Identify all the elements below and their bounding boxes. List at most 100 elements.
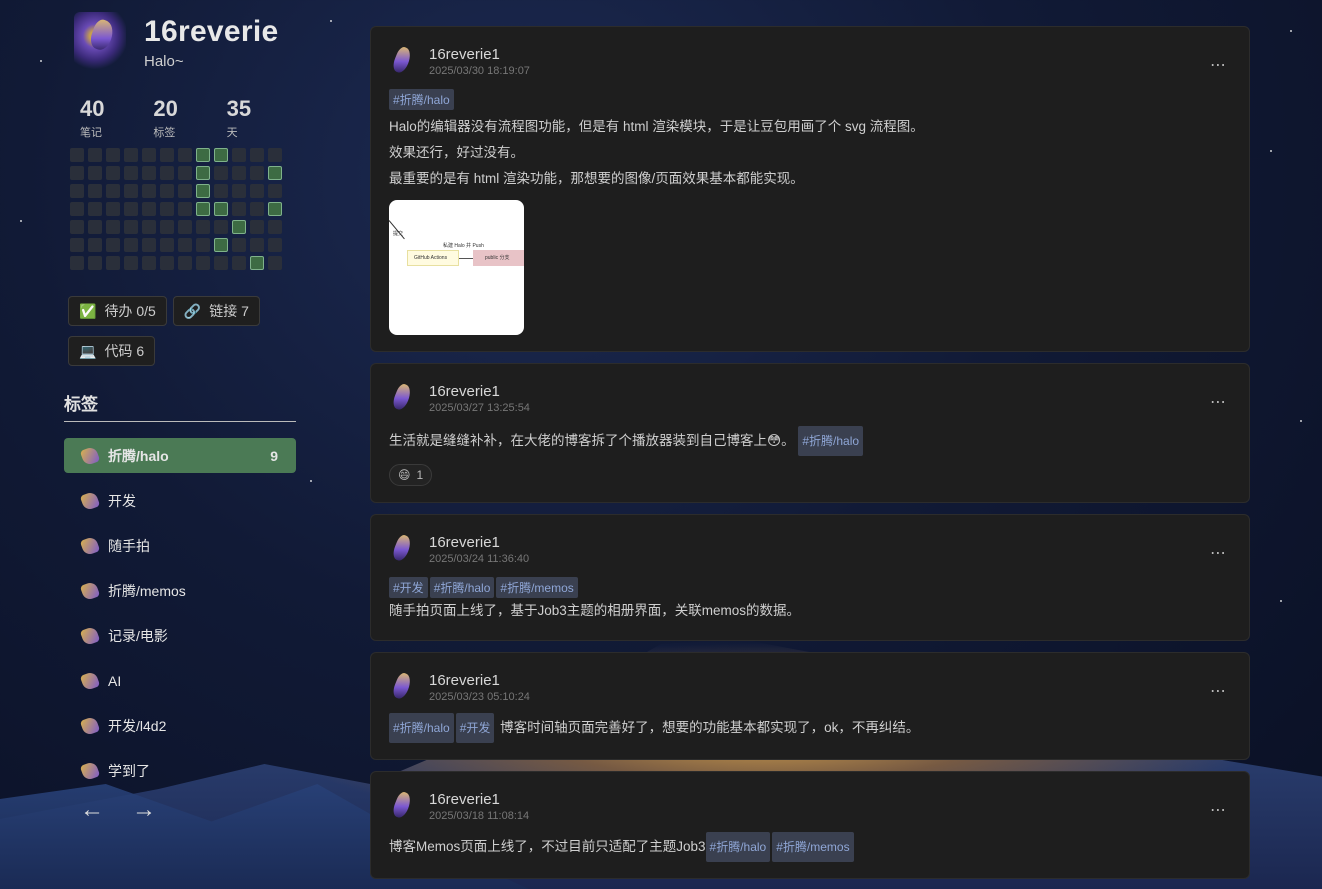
tag-badge[interactable]: #折腾/halo bbox=[798, 426, 864, 456]
tag-badge[interactable]: #折腾/memos bbox=[496, 577, 578, 598]
heatmap-cell[interactable] bbox=[88, 166, 102, 180]
heatmap-cell[interactable] bbox=[178, 238, 192, 252]
heatmap-cell[interactable] bbox=[142, 166, 156, 180]
heatmap-cell[interactable] bbox=[178, 166, 192, 180]
heatmap-cell[interactable] bbox=[106, 184, 120, 198]
heatmap-cell[interactable] bbox=[160, 256, 174, 270]
author-name[interactable]: 16reverie1 bbox=[429, 672, 530, 689]
heatmap-cell[interactable] bbox=[88, 148, 102, 162]
author-name[interactable]: 16reverie1 bbox=[429, 383, 530, 400]
heatmap-cell[interactable] bbox=[88, 238, 102, 252]
heatmap-cell[interactable] bbox=[196, 148, 210, 162]
tag-item[interactable]: AI bbox=[64, 663, 296, 698]
tag-item[interactable]: 开发 bbox=[64, 483, 296, 518]
heatmap-cell[interactable] bbox=[160, 238, 174, 252]
heatmap-cell[interactable] bbox=[106, 202, 120, 216]
reaction-button[interactable]: 😄 1 bbox=[389, 464, 433, 486]
heatmap-cell[interactable] bbox=[124, 238, 138, 252]
heatmap-cell[interactable] bbox=[70, 220, 84, 234]
heatmap-cell[interactable] bbox=[106, 166, 120, 180]
heatmap-cell[interactable] bbox=[232, 220, 246, 234]
heatmap-cell[interactable] bbox=[214, 238, 228, 252]
heatmap-cell[interactable] bbox=[106, 238, 120, 252]
heatmap-cell[interactable] bbox=[160, 220, 174, 234]
tag-badge[interactable]: #折腾/halo bbox=[705, 832, 771, 862]
avatar[interactable] bbox=[389, 671, 417, 703]
tag-item[interactable]: 记录/电影 bbox=[64, 618, 296, 653]
heatmap-cell[interactable] bbox=[214, 256, 228, 270]
heatmap-cell[interactable] bbox=[124, 148, 138, 162]
heatmap-cell[interactable] bbox=[196, 256, 210, 270]
author-name[interactable]: 16reverie1 bbox=[429, 534, 529, 551]
heatmap-cell[interactable] bbox=[178, 256, 192, 270]
heatmap-cell[interactable] bbox=[196, 220, 210, 234]
more-options-icon[interactable]: ⋯ bbox=[1210, 800, 1227, 820]
heatmap-cell[interactable] bbox=[124, 166, 138, 180]
site-name[interactable]: 16reverie bbox=[144, 15, 279, 49]
author-name[interactable]: 16reverie1 bbox=[429, 791, 529, 808]
heatmap-cell[interactable] bbox=[142, 184, 156, 198]
heatmap-cell[interactable] bbox=[106, 256, 120, 270]
heatmap-cell[interactable] bbox=[124, 220, 138, 234]
heatmap-cell[interactable] bbox=[250, 184, 264, 198]
heatmap-cell[interactable] bbox=[160, 166, 174, 180]
heatmap-cell[interactable] bbox=[232, 256, 246, 270]
avatar[interactable] bbox=[389, 45, 417, 77]
heatmap-cell[interactable] bbox=[196, 166, 210, 180]
heatmap-cell[interactable] bbox=[214, 202, 228, 216]
heatmap-cell[interactable] bbox=[250, 166, 264, 180]
heatmap-cell[interactable] bbox=[232, 148, 246, 162]
heatmap-cell[interactable] bbox=[70, 256, 84, 270]
heatmap-cell[interactable] bbox=[268, 166, 282, 180]
heatmap-cell[interactable] bbox=[88, 184, 102, 198]
heatmap-cell[interactable] bbox=[232, 202, 246, 216]
avatar[interactable] bbox=[389, 790, 417, 822]
tag-item[interactable]: 学到了 bbox=[64, 753, 296, 788]
tag-item[interactable]: 随手拍 bbox=[64, 528, 296, 563]
heatmap-cell[interactable] bbox=[196, 184, 210, 198]
tag-badge[interactable]: #开发 bbox=[389, 577, 428, 598]
more-options-icon[interactable]: ⋯ bbox=[1210, 543, 1227, 563]
heatmap-cell[interactable] bbox=[250, 148, 264, 162]
prev-page-icon[interactable]: ← bbox=[80, 796, 104, 824]
heatmap-cell[interactable] bbox=[160, 184, 174, 198]
heatmap-cell[interactable] bbox=[124, 202, 138, 216]
more-options-icon[interactable]: ⋯ bbox=[1210, 55, 1227, 75]
heatmap-cell[interactable] bbox=[142, 238, 156, 252]
heatmap-cell[interactable] bbox=[268, 184, 282, 198]
tag-badge[interactable]: #折腾/halo bbox=[389, 713, 454, 743]
more-options-icon[interactable]: ⋯ bbox=[1210, 681, 1227, 701]
heatmap-cell[interactable] bbox=[232, 184, 246, 198]
heatmap-cell[interactable] bbox=[160, 202, 174, 216]
todo-filter-button[interactable]: ✅ 待办 0/5 bbox=[68, 296, 167, 326]
heatmap-cell[interactable] bbox=[250, 220, 264, 234]
heatmap-cell[interactable] bbox=[178, 148, 192, 162]
heatmap-cell[interactable] bbox=[196, 202, 210, 216]
heatmap-cell[interactable] bbox=[268, 220, 282, 234]
heatmap-cell[interactable] bbox=[232, 166, 246, 180]
post-image[interactable]: 提交 私建 Halo 并 Push GitHub Actions public … bbox=[389, 200, 524, 335]
heatmap-cell[interactable] bbox=[268, 256, 282, 270]
heatmap-cell[interactable] bbox=[88, 202, 102, 216]
heatmap-cell[interactable] bbox=[70, 184, 84, 198]
avatar[interactable] bbox=[389, 533, 417, 565]
heatmap-cell[interactable] bbox=[250, 256, 264, 270]
heatmap-cell[interactable] bbox=[142, 220, 156, 234]
heatmap-cell[interactable] bbox=[106, 220, 120, 234]
heatmap-cell[interactable] bbox=[142, 202, 156, 216]
heatmap-cell[interactable] bbox=[142, 148, 156, 162]
heatmap-cell[interactable] bbox=[268, 238, 282, 252]
heatmap-cell[interactable] bbox=[70, 202, 84, 216]
heatmap-cell[interactable] bbox=[250, 238, 264, 252]
tag-item[interactable]: 折腾/halo 9 bbox=[64, 438, 296, 473]
heatmap-cell[interactable] bbox=[70, 148, 84, 162]
tag-badge[interactable]: #折腾/halo bbox=[429, 577, 495, 598]
author-name[interactable]: 16reverie1 bbox=[429, 46, 530, 63]
heatmap-cell[interactable] bbox=[142, 256, 156, 270]
tag-badge[interactable]: #折腾/halo bbox=[389, 89, 454, 110]
heatmap-cell[interactable] bbox=[214, 184, 228, 198]
heatmap-cell[interactable] bbox=[214, 166, 228, 180]
heatmap-cell[interactable] bbox=[178, 202, 192, 216]
heatmap-cell[interactable] bbox=[106, 148, 120, 162]
heatmap-cell[interactable] bbox=[250, 202, 264, 216]
